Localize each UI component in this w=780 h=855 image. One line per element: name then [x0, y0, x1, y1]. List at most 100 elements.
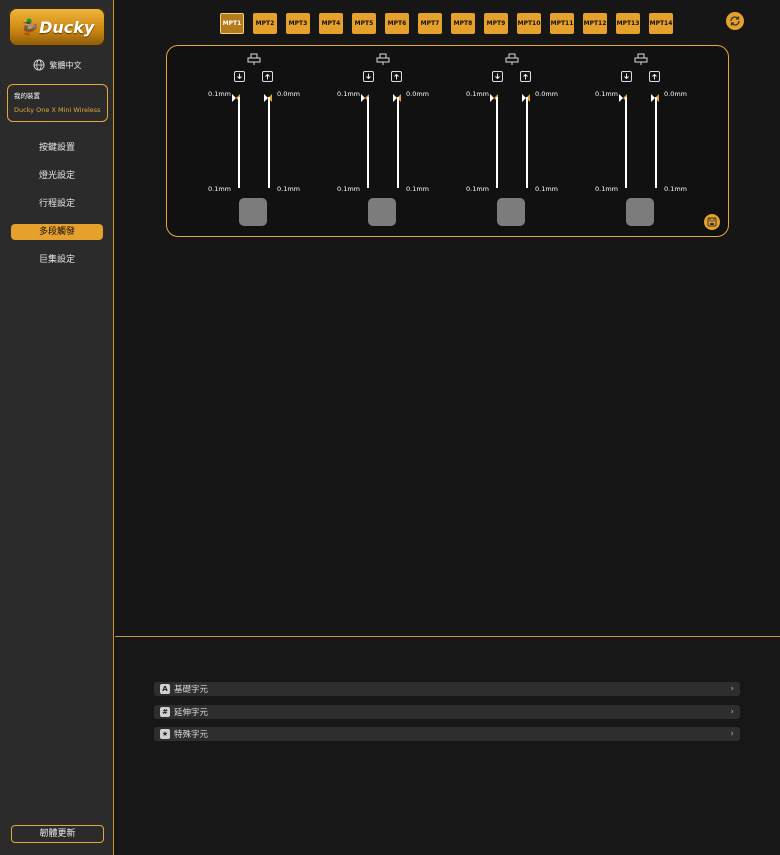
- release-top-value: 0.0mm: [664, 90, 688, 98]
- section-label: 基礎字元: [174, 685, 209, 695]
- sidebar: 🦆 Ducky 繁體中文 我的裝置 Ducky One X Mini Wirel…: [0, 0, 114, 855]
- tab-mpt6[interactable]: MPT6: [385, 13, 409, 34]
- press-slider[interactable]: [625, 97, 627, 188]
- arrow-up-icon: [394, 73, 399, 80]
- press-bottom-value: 0.1mm: [208, 185, 232, 193]
- nav-macro[interactable]: 巨集設定: [11, 252, 103, 268]
- release-up-button[interactable]: [520, 71, 531, 82]
- switch-icon: [634, 53, 648, 65]
- refresh-icon: [730, 16, 740, 26]
- release-top-value: 0.0mm: [277, 90, 301, 98]
- hash-icon: #: [160, 707, 170, 717]
- press-slider[interactable]: [238, 97, 240, 188]
- release-up-button[interactable]: [649, 71, 660, 82]
- tab-mpt8[interactable]: MPT8: [451, 13, 475, 34]
- tab-mpt2[interactable]: MPT2: [253, 13, 277, 34]
- press-down-button[interactable]: [621, 71, 632, 82]
- release-slider[interactable]: [526, 97, 528, 188]
- trigger-group-1: 0.1mm 0.0mm 0.1mm 0.1mm: [201, 46, 301, 236]
- tab-mpt1[interactable]: MPT1: [220, 13, 244, 34]
- main-area: MPT1 MPT2 MPT3 MPT4 MPT5 MPT6 MPT7 MPT8 …: [115, 0, 780, 637]
- tab-mpt11[interactable]: MPT11: [550, 13, 574, 34]
- mpt-tabs: MPT1 MPT2 MPT3 MPT4 MPT5 MPT6 MPT7 MPT8 …: [220, 13, 673, 34]
- press-top-value: 0.1mm: [337, 90, 361, 98]
- logo-text: Ducky: [39, 17, 95, 37]
- firmware-update-button[interactable]: 韌體更新: [11, 825, 104, 843]
- tab-mpt3[interactable]: MPT3: [286, 13, 310, 34]
- tab-mpt9[interactable]: MPT9: [484, 13, 508, 34]
- key-slot[interactable]: [368, 198, 396, 226]
- tab-mpt5[interactable]: MPT5: [352, 13, 376, 34]
- press-top-value: 0.1mm: [466, 90, 490, 98]
- arrow-up-icon: [265, 73, 270, 80]
- nav-multi-trigger[interactable]: 多段觸發: [11, 224, 103, 240]
- star-icon: ★: [160, 729, 170, 739]
- switch-icon: [247, 53, 261, 65]
- release-bottom-value: 0.1mm: [277, 185, 301, 193]
- arrow-up-icon: [652, 73, 657, 80]
- character-library: A 基礎字元 › # 延伸字元 › ★ 特殊字元 ›: [115, 638, 780, 855]
- tab-mpt10[interactable]: MPT10: [517, 13, 541, 34]
- device-card[interactable]: 我的裝置 Ducky One X Mini Wireless: [7, 84, 108, 122]
- trigger-group-3: 0.1mm 0.0mm 0.1mm 0.1mm: [459, 46, 559, 236]
- release-bottom-value: 0.1mm: [535, 185, 559, 193]
- tab-mpt12[interactable]: MPT12: [583, 13, 607, 34]
- press-slider[interactable]: [367, 97, 369, 188]
- press-down-button[interactable]: [234, 71, 245, 82]
- release-bottom-value: 0.1mm: [664, 185, 688, 193]
- duck-icon: 🦆: [19, 19, 38, 35]
- release-bottom-value: 0.1mm: [406, 185, 430, 193]
- special-chars-section[interactable]: ★ 特殊字元 ›: [154, 727, 740, 741]
- trigger-panel: 0.1mm 0.0mm 0.1mm 0.1mm 0.1mm 0.0mm 0.1m…: [166, 45, 729, 237]
- arrow-down-icon: [237, 73, 242, 80]
- key-slot[interactable]: [626, 198, 654, 226]
- device-name: Ducky One X Mini Wireless: [14, 106, 101, 114]
- key-slot[interactable]: [497, 198, 525, 226]
- tab-mpt4[interactable]: MPT4: [319, 13, 343, 34]
- globe-icon: [33, 59, 44, 71]
- switch-icon: [376, 53, 390, 65]
- section-label: 特殊字元: [174, 730, 209, 740]
- arrow-down-icon: [366, 73, 371, 80]
- nav-lighting[interactable]: 燈光設定: [11, 168, 103, 184]
- trigger-group-4: 0.1mm 0.0mm 0.1mm 0.1mm: [588, 46, 688, 236]
- chevron-right-icon: ›: [730, 729, 734, 739]
- language-selector[interactable]: 繁體中文: [0, 59, 114, 71]
- chevron-right-icon: ›: [730, 707, 734, 717]
- trigger-group-2: 0.1mm 0.0mm 0.1mm 0.1mm: [330, 46, 430, 236]
- letter-a-icon: A: [160, 684, 170, 694]
- device-label: 我的裝置: [14, 92, 40, 100]
- key-slot[interactable]: [239, 198, 267, 226]
- release-slider[interactable]: [655, 97, 657, 188]
- arrow-down-icon: [624, 73, 629, 80]
- press-down-button[interactable]: [363, 71, 374, 82]
- save-icon: [707, 217, 717, 227]
- refresh-button[interactable]: [726, 12, 744, 30]
- nav-travel[interactable]: 行程設定: [11, 196, 103, 212]
- tab-mpt13[interactable]: MPT13: [616, 13, 640, 34]
- extended-chars-section[interactable]: # 延伸字元 ›: [154, 705, 740, 719]
- sidebar-nav: 按鍵設置 燈光設定 行程設定 多段觸發 巨集設定: [0, 140, 114, 280]
- tab-mpt7[interactable]: MPT7: [418, 13, 442, 34]
- arrow-down-icon: [495, 73, 500, 80]
- press-slider[interactable]: [496, 97, 498, 188]
- release-top-value: 0.0mm: [406, 90, 430, 98]
- language-label: 繁體中文: [49, 60, 82, 70]
- release-slider[interactable]: [397, 97, 399, 188]
- basic-chars-section[interactable]: A 基礎字元 ›: [154, 682, 740, 696]
- ducky-logo: 🦆 Ducky: [9, 8, 105, 46]
- chevron-right-icon: ›: [730, 684, 734, 694]
- release-up-button[interactable]: [391, 71, 402, 82]
- save-button[interactable]: [704, 214, 720, 230]
- press-bottom-value: 0.1mm: [466, 185, 490, 193]
- press-top-value: 0.1mm: [595, 90, 619, 98]
- tab-mpt14[interactable]: MPT14: [649, 13, 673, 34]
- release-slider[interactable]: [268, 97, 270, 188]
- switch-icon: [505, 53, 519, 65]
- nav-key-settings[interactable]: 按鍵設置: [11, 140, 103, 156]
- release-up-button[interactable]: [262, 71, 273, 82]
- press-down-button[interactable]: [492, 71, 503, 82]
- release-top-value: 0.0mm: [535, 90, 559, 98]
- press-top-value: 0.1mm: [208, 90, 232, 98]
- arrow-up-icon: [523, 73, 528, 80]
